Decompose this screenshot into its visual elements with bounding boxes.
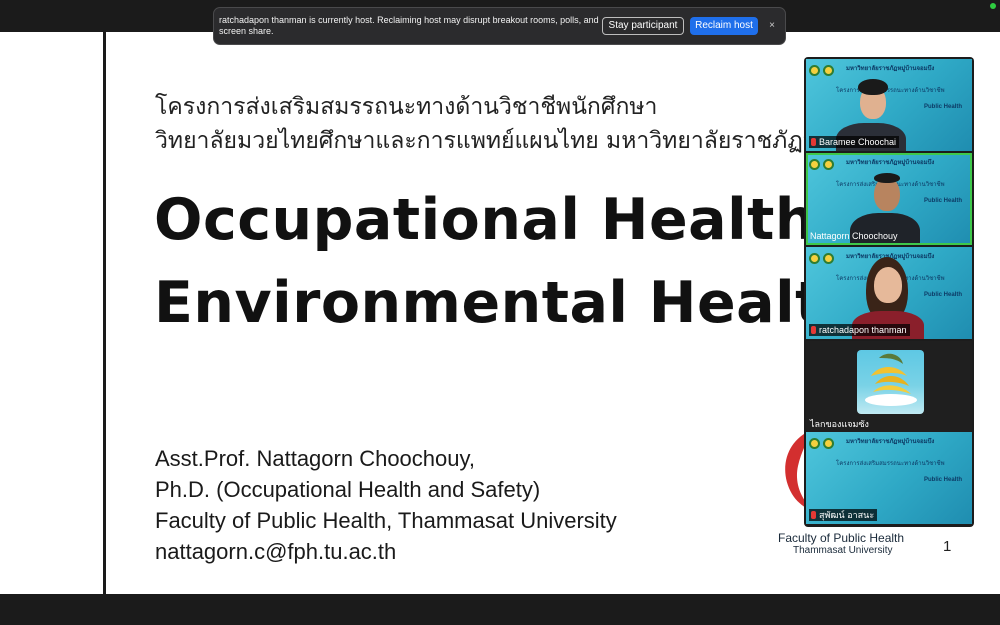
participant-tile[interactable]: มหาวิทยาลัยราชภัฏหมู่บ้านจอมบึง โครงการส…: [806, 59, 972, 151]
background-project-text: โครงการส่งเสริมสมรรถนะทางด้านวิชาชีพ: [836, 460, 945, 467]
faculty-logo-university: Thammasat University: [793, 545, 893, 556]
mic-muted-icon: [811, 326, 816, 334]
host-notification-banner: ratchadapon thanman is currently host. R…: [213, 7, 786, 45]
university-seal-icon: [809, 65, 820, 76]
meeting-controls-bar: [0, 594, 1000, 625]
author-name: Asst.Prof. Nattagorn Choochouy,: [155, 446, 475, 471]
close-icon[interactable]: ×: [766, 19, 778, 33]
host-notification-message: ratchadapon thanman is currently host. R…: [219, 15, 599, 36]
slide-title-line-1: Occupational Health &: [154, 187, 887, 253]
participant-tile[interactable]: ไลกของแจมซัง: [806, 341, 972, 433]
slide-thai-line-2: วิทยาลัยมวยไทยศึกษาและการแพทย์แผนไทย มหา…: [155, 128, 818, 154]
participant-name-label: ratchadapon thanman: [809, 324, 910, 336]
participant-name-label: Baramee Choochai: [809, 136, 900, 148]
slide-page-number: 1: [943, 538, 952, 555]
slide-title-line-2: Environmental Health: [154, 270, 864, 336]
university-seal-icon: [809, 438, 820, 449]
stay-participant-button[interactable]: Stay participant: [602, 17, 684, 35]
background-project-text: โครงการส่งเสริมสมรรถนะทางด้านวิชาชีพ: [836, 87, 945, 94]
university-seal-icon: [809, 253, 820, 264]
background-subject-text: Public Health: [924, 104, 963, 110]
mic-muted-icon: [811, 138, 816, 146]
background-header-text: มหาวิทยาลัยราชภัฏหมู่บ้านจอมบึง: [846, 438, 935, 445]
reclaim-host-button[interactable]: Reclaim host: [690, 17, 758, 35]
author-affiliation: Faculty of Public Health, Thammasat Univ…: [155, 508, 617, 533]
faculty-logo-name: Faculty of Public Health: [778, 531, 905, 545]
mic-muted-icon: [811, 511, 816, 519]
participant-name-label: สุพัฒน์ อาสนะ: [809, 509, 878, 521]
background-header-text: มหาวิทยาลัยราชภัฏหมู่บ้านจอมบึง: [846, 65, 935, 72]
faculty-seal-icon: [823, 65, 834, 76]
participant-tile[interactable]: มหาวิทยาลัยราชภัฏหมู่บ้านจอมบึง โครงการส…: [806, 432, 972, 524]
author-email: nattagorn.c@fph.tu.ac.th: [155, 539, 397, 564]
participant-tile[interactable]: มหาวิทยาลัยราชภัฏหมู่บ้านจอมบึง โครงการส…: [806, 247, 972, 339]
faculty-seal-icon: [823, 253, 834, 264]
background-subject-text: Public Health: [924, 477, 963, 483]
background-subject-text: Public Health: [924, 292, 963, 298]
faculty-seal-icon: [823, 438, 834, 449]
participant-gallery: มหาวิทยาลัยราชภัฏหมู่บ้านจอมบึง โครงการส…: [804, 57, 974, 527]
participant-tile-active[interactable]: มหาวิทยาลัยราชภัฏหมู่บ้านจอมบึง โครงการส…: [806, 153, 972, 245]
author-degree: Ph.D. (Occupational Health and Safety): [155, 477, 541, 502]
recording-indicator-icon: [990, 3, 996, 9]
participant-name-label: ไลกของแจมซัง: [810, 419, 869, 429]
slide-divider: [103, 32, 106, 594]
profile-picture: [857, 350, 924, 414]
participant-name-label: Nattagorn Choochouy: [810, 231, 898, 241]
slide-thai-line-1: โครงการส่งเสริมสมรรถนะทางด้านวิชาชีพนักศ…: [155, 94, 658, 120]
